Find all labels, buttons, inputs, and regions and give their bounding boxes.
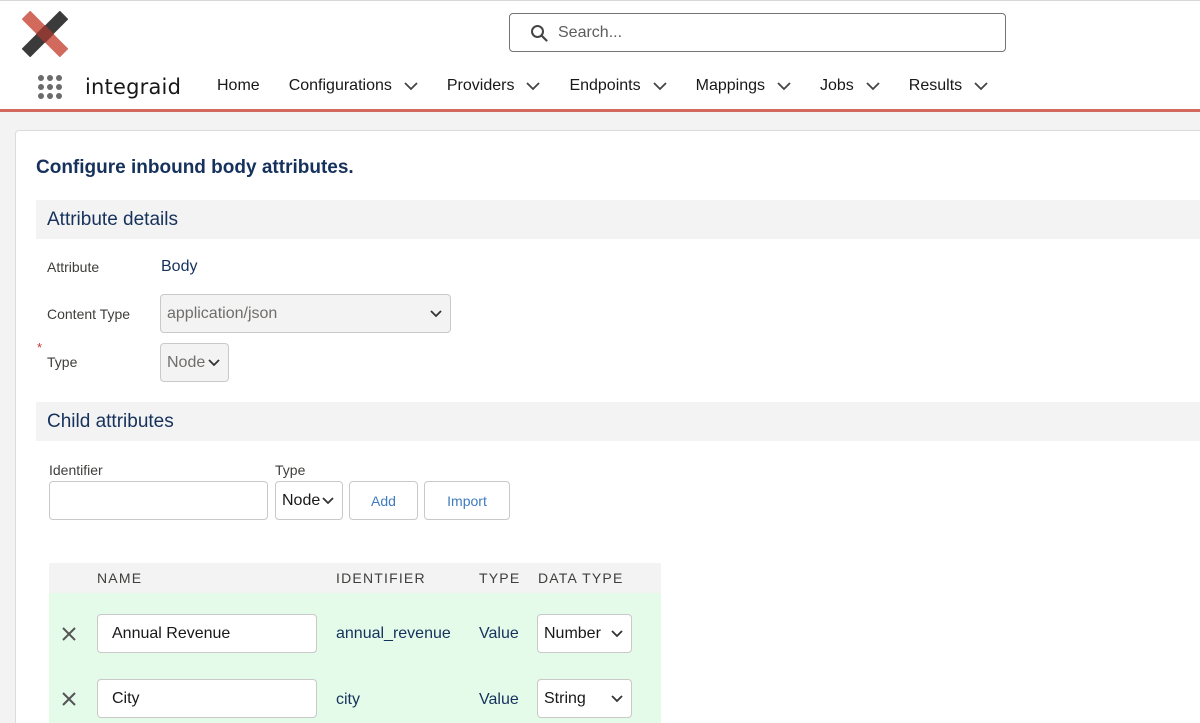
nav-label: Providers	[446, 77, 515, 94]
global-search[interactable]	[509, 13, 1006, 52]
child-type-select[interactable]: Node	[275, 481, 343, 520]
nav-label: Jobs	[819, 77, 854, 94]
search-input[interactable]	[558, 23, 958, 42]
content-type-label: Content Type	[47, 306, 131, 322]
row-type: Value	[479, 691, 519, 708]
close-icon[interactable]	[62, 692, 76, 706]
nav-endpoints[interactable]: Endpoints	[569, 77, 667, 95]
top-header: integraid Home Configurations Providers …	[0, 0, 1200, 112]
close-icon[interactable]	[62, 627, 76, 641]
section-attribute-details: Attribute details	[36, 200, 1200, 239]
nav-results[interactable]: Results	[909, 77, 988, 95]
attribute-value: Body	[161, 258, 198, 275]
chevron-down-icon[interactable]	[974, 81, 988, 91]
type-select[interactable]: Node	[160, 343, 229, 382]
nav-jobs[interactable]: Jobs	[820, 77, 880, 95]
row-data-type-select[interactable]: String	[537, 679, 632, 718]
main-nav: Home Configurations Providers Endpoints …	[217, 77, 988, 95]
col-data-type: DATA TYPE	[538, 570, 624, 586]
col-identifier: IDENTIFIER	[336, 570, 426, 586]
row-identifier: annual_revenue	[336, 625, 451, 642]
chevron-down-icon	[611, 694, 623, 703]
chevron-down-icon	[322, 496, 334, 505]
chevron-down-icon[interactable]	[652, 81, 667, 91]
app-name: integraid	[85, 75, 182, 99]
table-header: NAME IDENTIFIER TYPE DATA TYPE	[49, 563, 661, 593]
identifier-label: Identifier	[49, 462, 103, 478]
child-type-value: Node	[282, 491, 321, 509]
section-child-attributes: Child attributes	[36, 402, 1200, 441]
type-value: Node	[167, 353, 206, 371]
nav-label: Results	[908, 77, 963, 94]
nav-label: Endpoints	[569, 77, 641, 94]
chevron-down-icon[interactable]	[866, 81, 880, 91]
chevron-down-icon	[208, 358, 220, 367]
nav-configurations[interactable]: Configurations	[289, 77, 418, 95]
nav-home[interactable]: Home	[217, 77, 260, 95]
col-type: TYPE	[479, 570, 521, 586]
chevron-down-icon	[430, 309, 442, 318]
import-button[interactable]: Import	[424, 481, 510, 520]
row-name-input[interactable]: City	[97, 679, 317, 718]
content-type-select[interactable]: application/json	[160, 294, 451, 333]
required-marker: *	[37, 340, 43, 355]
table-row: Annual Revenue annual_revenue Value Numb…	[49, 593, 661, 658]
nav-label: Home	[217, 77, 260, 94]
nav-label: Configurations	[288, 77, 392, 94]
page-title: Configure inbound body attributes.	[36, 157, 354, 178]
row-data-type-value: Number	[544, 624, 601, 642]
content-type-value: application/json	[167, 304, 278, 322]
search-icon	[530, 24, 548, 42]
row-type: Value	[479, 625, 519, 642]
child-type-label: Type	[275, 462, 306, 478]
row-name-input[interactable]: Annual Revenue	[97, 614, 317, 653]
chevron-down-icon[interactable]	[526, 81, 541, 91]
attribute-label: Attribute	[47, 259, 100, 275]
identifier-input[interactable]	[49, 481, 268, 520]
col-name: NAME	[97, 570, 143, 586]
nav-label: Mappings	[695, 77, 765, 94]
nav-providers[interactable]: Providers	[447, 77, 541, 95]
chevron-down-icon[interactable]	[777, 81, 791, 91]
row-data-type-value: String	[544, 689, 586, 707]
table-row: City city Value String	[49, 658, 661, 723]
app-launcher-icon[interactable]	[37, 74, 63, 100]
nav-mappings[interactable]: Mappings	[696, 77, 791, 95]
type-label: Type	[47, 354, 78, 370]
add-button[interactable]: Add	[349, 481, 418, 520]
chevron-down-icon	[611, 629, 623, 638]
chevron-down-icon[interactable]	[404, 81, 418, 91]
row-data-type-select[interactable]: Number	[537, 614, 632, 653]
row-identifier: city	[336, 691, 360, 708]
x-logo-icon[interactable]	[22, 11, 68, 57]
